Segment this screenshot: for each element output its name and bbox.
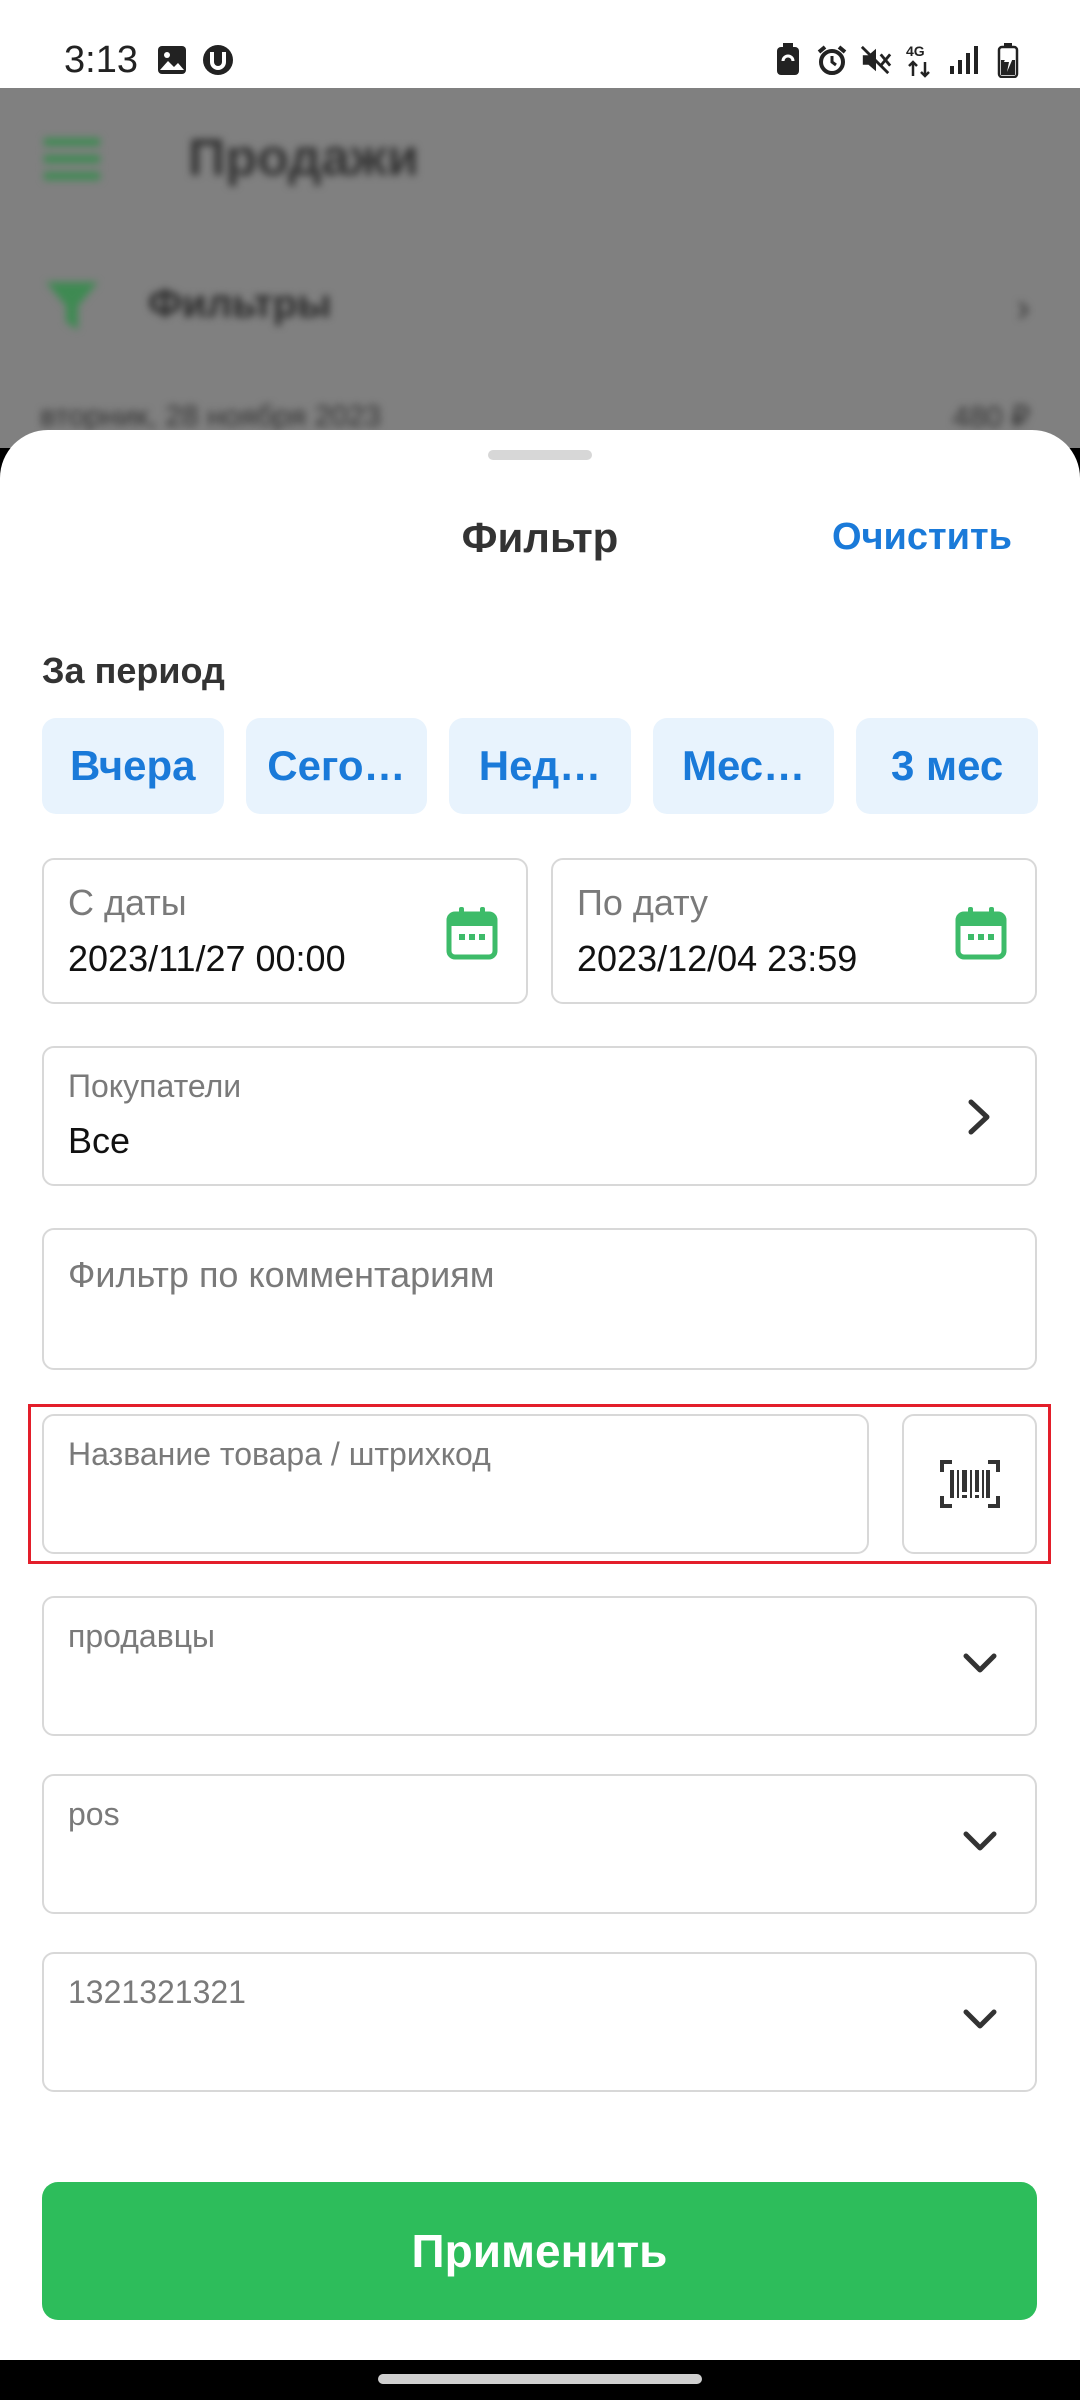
4g-icon: 4G — [904, 42, 936, 78]
comments-filter-field[interactable]: Фильтр по комментариям — [42, 1228, 1037, 1370]
period-chips: Вчера Сего… Нед… Мес… 3 мес — [42, 718, 1038, 814]
chevron-down-icon — [963, 1653, 997, 1673]
buyers-value: Все — [68, 1120, 131, 1161]
barcode-scan-button[interactable] — [902, 1414, 1037, 1554]
number-placeholder: 1321321321 — [68, 1974, 246, 2010]
date-to-field[interactable]: По дату 2023/12/04 23:59 — [551, 858, 1037, 1004]
mute-icon — [860, 42, 892, 78]
comments-placeholder: Фильтр по комментариям — [68, 1254, 495, 1295]
signal-icon — [948, 42, 980, 78]
chip-yesterday[interactable]: Вчера — [42, 718, 224, 814]
image-icon — [158, 46, 186, 74]
svg-text:4G: 4G — [906, 43, 925, 59]
date-from-label: С даты — [68, 882, 187, 923]
home-gesture-pill[interactable] — [378, 2374, 702, 2384]
background-date-row: вторник, 28 ноября 2023 — [40, 400, 382, 433]
chevron-right-icon: › — [1016, 286, 1030, 330]
background-screen: Продажи Фильтры › вторник, 28 ноября 202… — [0, 88, 1080, 448]
clear-button[interactable]: Очистить — [832, 516, 1012, 559]
status-time: 3:13 — [64, 39, 138, 81]
filter-icon — [46, 282, 98, 330]
chip-3-months[interactable]: 3 мес — [856, 718, 1038, 814]
number-select[interactable]: 1321321321 — [42, 1952, 1037, 2092]
menu-icon — [44, 138, 100, 180]
pos-placeholder: pos — [68, 1796, 120, 1832]
background-filters-label: Фильтры — [148, 282, 332, 326]
filter-bottom-sheet: Фильтр Очистить За период Вчера Сего… Не… — [0, 430, 1080, 2360]
barcode-icon — [939, 1460, 1000, 1508]
sellers-placeholder: продавцы — [68, 1618, 216, 1654]
alarm-icon — [816, 42, 848, 78]
battery-icon — [992, 42, 1024, 78]
product-placeholder: Название товара / штрихкод — [68, 1436, 491, 1472]
battery-saver-icon — [772, 42, 804, 78]
u-app-icon — [203, 45, 233, 75]
calendar-icon[interactable] — [955, 906, 1007, 960]
date-from-value: 2023/11/27 00:00 — [68, 938, 346, 979]
date-to-value: 2023/12/04 23:59 — [577, 938, 858, 979]
chevron-down-icon — [963, 2009, 997, 2029]
chip-today[interactable]: Сего… — [245, 718, 428, 814]
date-to-label: По дату — [577, 882, 709, 923]
date-from-field[interactable]: С даты 2023/11/27 00:00 — [42, 858, 528, 1004]
sheet-drag-handle[interactable] — [488, 450, 592, 460]
pos-select[interactable]: pos — [42, 1774, 1037, 1914]
status-bar: 3:13 4G — [0, 0, 1080, 88]
product-search-field[interactable]: Название товара / штрихкод — [42, 1414, 869, 1554]
chevron-right-icon — [968, 1099, 990, 1135]
navigation-bar — [0, 2360, 1080, 2400]
calendar-icon[interactable] — [446, 906, 498, 960]
period-label: За период — [42, 650, 225, 691]
sellers-select[interactable]: продавцы — [42, 1596, 1037, 1736]
apply-button[interactable]: Применить — [42, 2182, 1037, 2320]
chevron-down-icon — [963, 1831, 997, 1851]
background-title: Продажи — [188, 129, 419, 187]
buyers-field[interactable]: Покупатели Все — [42, 1046, 1037, 1186]
chip-week[interactable]: Нед… — [449, 718, 631, 814]
buyers-label: Покупатели — [68, 1068, 242, 1104]
chip-month[interactable]: Мес… — [652, 718, 835, 814]
